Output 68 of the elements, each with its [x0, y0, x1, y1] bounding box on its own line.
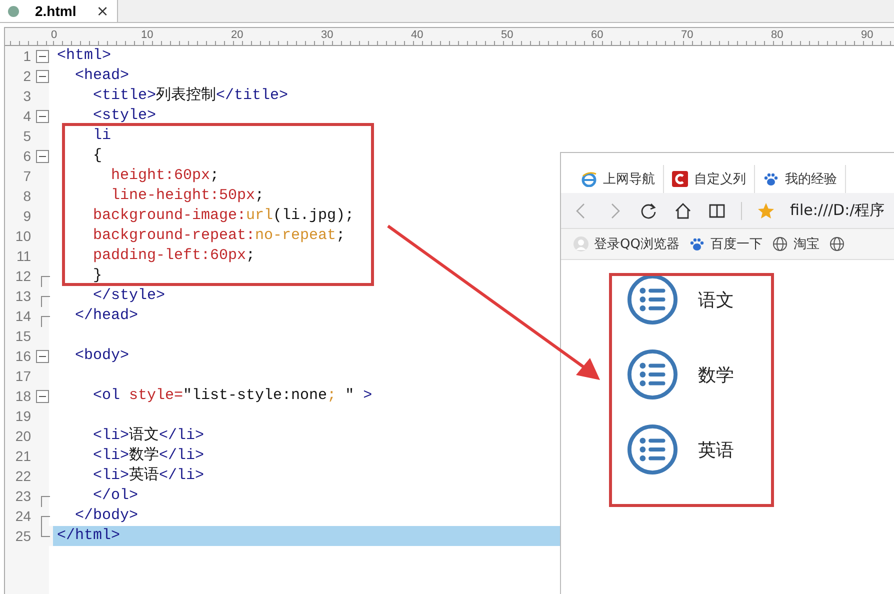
code-line: <ol style="list-style:none; " > — [92, 386, 372, 406]
list-item-text: 语文 — [698, 288, 734, 312]
list-icon — [627, 274, 678, 325]
line-number: 4 — [22, 107, 31, 126]
code-line: <li>语文</li> — [92, 426, 204, 446]
code-line: } — [92, 266, 102, 286]
code-line: <li>数学</li> — [92, 446, 204, 466]
code-line: </style> — [92, 286, 166, 306]
line-number: 23 — [14, 487, 31, 506]
code-line: li — [92, 126, 112, 146]
globe-icon[interactable] — [829, 236, 846, 252]
line-number: 13 — [14, 287, 31, 306]
code-line: <head> — [74, 66, 130, 86]
bookmark-link[interactable]: 百度一下 — [689, 235, 762, 253]
line-number: 16 — [14, 347, 31, 366]
line-number: 17 — [14, 367, 31, 386]
file-tab[interactable]: 2.html × — [0, 0, 118, 22]
code-line: </head> — [74, 306, 138, 326]
address-bar[interactable]: file:///D:/程序 — [790, 201, 885, 220]
list-item-text: 数学 — [698, 364, 734, 386]
globe-icon — [772, 236, 788, 252]
code-line: { — [92, 146, 102, 166]
code-line: </body> — [74, 506, 138, 526]
code-line: background-image:url(li.jpg); — [92, 206, 354, 226]
bookmark-link[interactable]: 淘宝 — [772, 235, 820, 253]
letter-logo-icon — [672, 171, 688, 187]
line-number: 24 — [14, 507, 31, 526]
line-number: 3 — [22, 87, 31, 106]
code-line: line-height:50px; — [110, 186, 264, 206]
star-icon[interactable] — [756, 200, 776, 220]
line-number: 11 — [15, 247, 31, 266]
line-number: 15 — [14, 327, 31, 346]
code-line: <title>列表控制</title> — [92, 86, 288, 106]
code-line: height:60px; — [110, 166, 220, 186]
line-number: 6 — [22, 147, 31, 166]
list-icon — [627, 424, 678, 475]
list-icon — [627, 349, 678, 400]
line-number: 5 — [22, 127, 31, 146]
line-number: 7 — [22, 167, 31, 186]
browser-logo-icon — [581, 171, 597, 187]
code-line: </html> — [56, 526, 120, 546]
home-icon[interactable] — [673, 200, 693, 220]
code-line: padding-left:60px; — [92, 246, 256, 266]
line-number: 21 — [14, 447, 31, 466]
line-number: 18 — [14, 387, 31, 406]
line-number: 8 — [22, 187, 31, 206]
line-number: 14 — [14, 307, 31, 326]
code-line: <html> — [56, 46, 112, 66]
list-item-text: 英语 — [698, 438, 734, 462]
code-line: <style> — [92, 106, 156, 126]
line-number: 9 — [22, 207, 31, 226]
paw-icon — [689, 236, 706, 252]
line-number: 2 — [22, 67, 31, 86]
line-number: 19 — [14, 407, 31, 426]
line-number: 10 — [14, 227, 31, 246]
column-ruler: 0 10 20 30 40 50 60 70 80 90 — [5, 28, 894, 46]
code-line: </ol> — [92, 486, 138, 506]
line-number: 1 — [22, 47, 31, 66]
avatar-icon — [573, 236, 589, 252]
paw-icon — [763, 171, 779, 187]
bookmark-link[interactable]: 登录QQ浏览器 — [573, 235, 680, 253]
code-line: background-repeat:no-repeat; — [92, 226, 346, 246]
code-line: <body> — [74, 346, 130, 366]
line-number: 22 — [14, 467, 31, 486]
close-icon[interactable]: × — [96, 4, 109, 18]
line-number: 20 — [14, 427, 31, 446]
code-line: <li>英语</li> — [92, 466, 204, 486]
line-number: 12 — [14, 267, 31, 286]
